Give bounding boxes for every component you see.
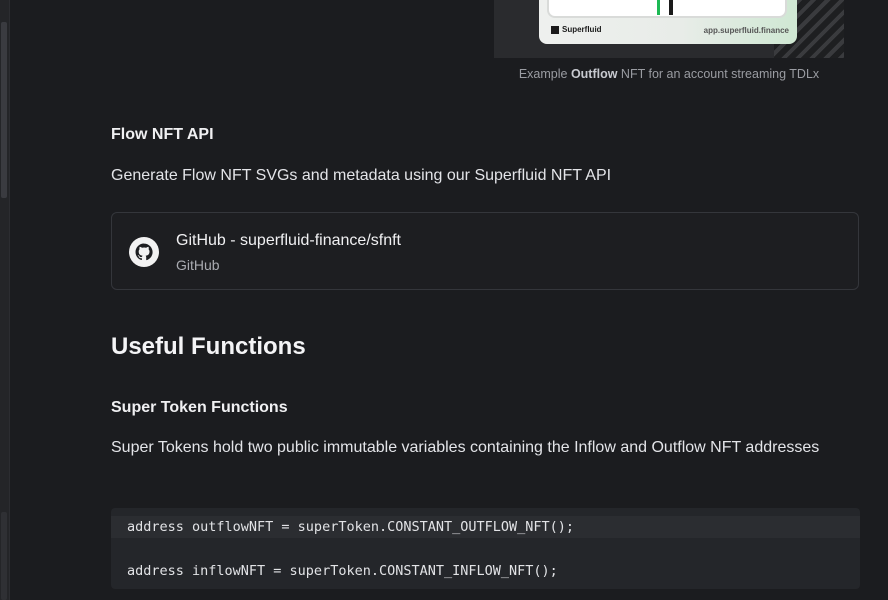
superfluid-logo-text: Superfluid [562, 25, 602, 34]
outflow-nft-image: Superfluid app.superfluid.finance [494, 0, 844, 58]
super-token-functions-heading: Super Token Functions [111, 399, 288, 416]
flow-nft-api-heading: Flow NFT API [111, 126, 214, 143]
github-link-title: GitHub - superfluid-finance/sfnft [176, 232, 401, 249]
useful-functions-heading: Useful Functions [111, 333, 306, 360]
left-scrollbar[interactable] [0, 0, 10, 600]
flow-nft-api-description: Generate Flow NFT SVGs and metadata usin… [111, 167, 612, 184]
github-link-card[interactable]: GitHub - superfluid-finance/sfnft GitHub [111, 212, 859, 290]
caption-bold: Outflow [570, 67, 618, 81]
superfluid-logo-icon [551, 25, 559, 34]
github-icon [129, 237, 159, 267]
superfluid-logo: Superfluid [551, 25, 602, 34]
caption-prefix: Example [518, 67, 571, 81]
flow-bar-dark [669, 0, 673, 15]
github-link-subtitle: GitHub [176, 257, 220, 273]
super-token-functions-description: Super Tokens hold two public immutable v… [111, 439, 820, 456]
nft-card-domain: app.superfluid.finance [703, 26, 789, 35]
image-caption: Example Outflow NFT for an account strea… [494, 67, 844, 81]
nft-card: Superfluid app.superfluid.finance [539, 0, 797, 44]
code-line-1: address outflowNFT = superToken.CONSTANT… [111, 516, 860, 538]
scrollbar-thumb[interactable] [1, 22, 7, 198]
caption-suffix: NFT for an account streaming TDLx [617, 67, 820, 81]
scrollbar-track-lower [1, 512, 7, 600]
nft-card-inner-panel [549, 0, 785, 16]
docs-page: Superfluid app.superfluid.finance Exampl… [0, 0, 888, 600]
code-line-3: address inflowNFT = superToken.CONSTANT_… [127, 563, 558, 579]
flow-bar-green [657, 0, 660, 15]
code-block[interactable]: address outflowNFT = superToken.CONSTANT… [111, 508, 860, 589]
